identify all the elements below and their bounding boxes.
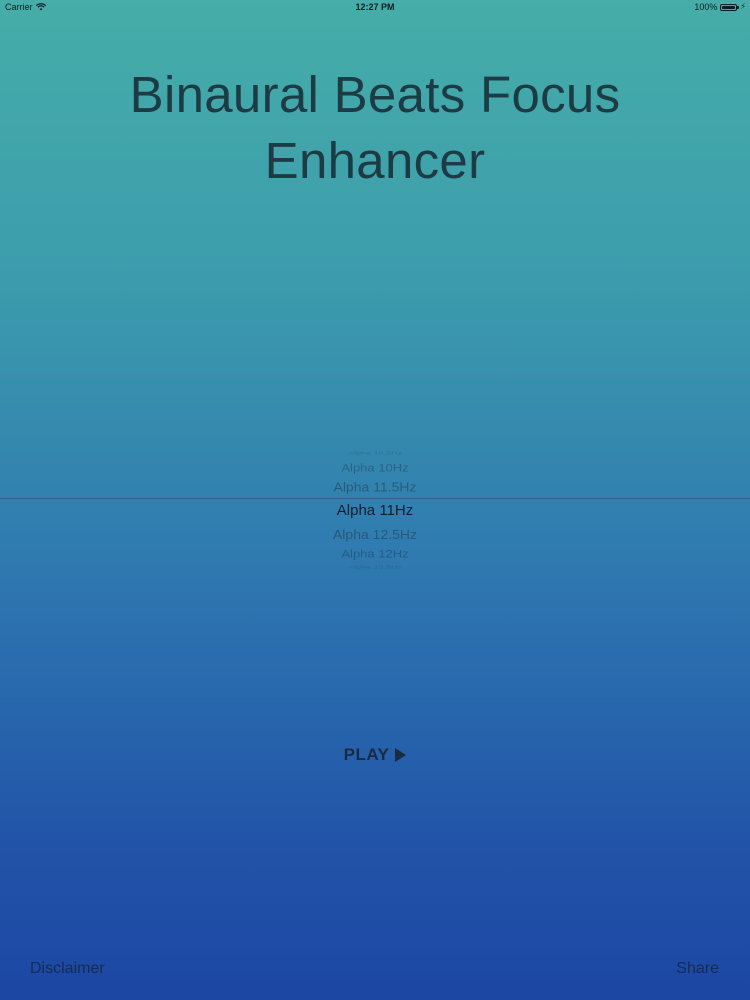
picker-item[interactable]: Alpha 12Hz <box>0 547 750 560</box>
picker-item[interactable]: Alpha 10Hz <box>0 461 750 474</box>
play-label: PLAY <box>343 744 390 764</box>
status-bar: Carrier 12:27 PM 100% ⚡ <box>0 0 750 16</box>
picker-item-selected[interactable]: Alpha 11Hz <box>0 502 750 519</box>
status-time: 12:27 PM <box>355 2 395 12</box>
battery-icon <box>720 3 740 11</box>
picker-item[interactable]: Alpha 13.5Hz <box>0 564 750 570</box>
picker-item[interactable]: Alpha 10.5Hz <box>0 450 750 456</box>
battery-fill <box>722 5 736 9</box>
frequency-picker[interactable]: Alpha 10.5Hz Alpha 10Hz Alpha 11.5Hz Alpha … <box>0 448 750 578</box>
battery-percent: 100% <box>694 2 718 12</box>
status-right: 100% ⚡ <box>694 2 746 12</box>
charging-icon: ⚡ <box>740 2 746 11</box>
picker-item[interactable]: Alpha 11.5Hz <box>0 479 750 494</box>
picker-divider <box>0 498 750 499</box>
picker-item[interactable]: Alpha 12.5Hz <box>0 526 750 541</box>
play-triangle-icon <box>395 747 407 762</box>
app-title: Binaural Beats Focus Enhancer <box>129 66 621 189</box>
share-link[interactable]: Share <box>676 960 719 978</box>
disclaimer-link[interactable]: Disclaimer <box>30 960 105 978</box>
play-button[interactable]: PLAY <box>0 744 750 765</box>
